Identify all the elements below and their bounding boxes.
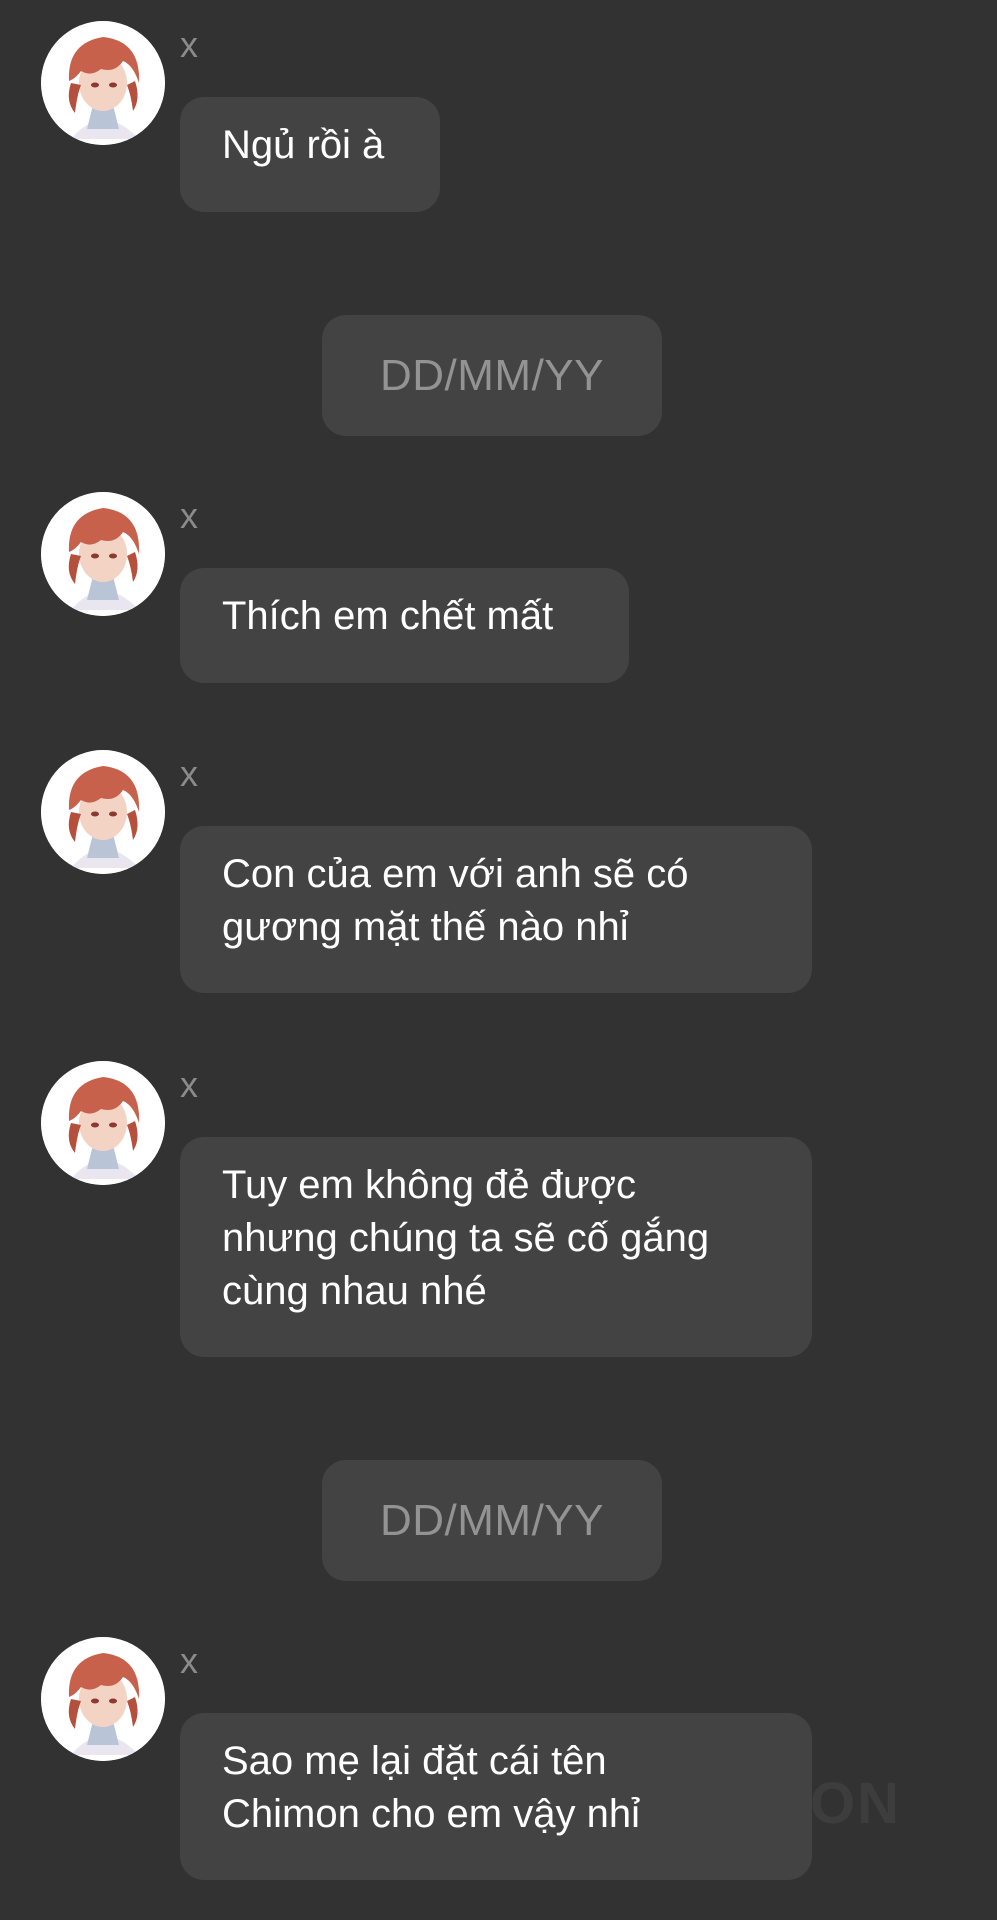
- date-separator: DD/MM/YY: [322, 1460, 662, 1581]
- sender-name: x: [180, 1064, 198, 1105]
- message-text: nhưng chúng ta sẽ cố gắng: [222, 1216, 710, 1260]
- avatar[interactable]: [41, 1061, 165, 1185]
- message-text: cùng nhau nhé: [222, 1269, 487, 1313]
- date-separator: DD/MM/YY: [322, 315, 662, 436]
- message-bubble[interactable]: Ngủ rồi à: [180, 97, 440, 212]
- message-text: Tuy em không đẻ được: [222, 1163, 636, 1207]
- message-bubble[interactable]: Con của em với anh sẽ có gương mặt thế n…: [180, 826, 812, 993]
- message-bubble[interactable]: Sao mẹ lại đặt cái tên Chimon cho em vậy…: [180, 1713, 812, 1880]
- message-bubble[interactable]: Thích em chết mất: [180, 568, 629, 683]
- avatar[interactable]: [41, 21, 165, 145]
- watermark: ON: [810, 1771, 901, 1836]
- avatar[interactable]: [41, 492, 165, 616]
- message-text: Con của em với anh sẽ có: [222, 852, 689, 896]
- sender-name: x: [180, 24, 198, 65]
- message-text: Sao mẹ lại đặt cái tên: [222, 1739, 607, 1783]
- message-text: Ngủ rồi à: [222, 123, 385, 167]
- chat-thread: x Ngủ rồi à DD/MM/YY x Thích em chết mất: [0, 0, 997, 1920]
- avatar-image: [41, 1061, 165, 1185]
- avatar-image: [41, 492, 165, 616]
- sender-name: x: [180, 495, 198, 536]
- message-text: Thích em chết mất: [222, 594, 554, 638]
- avatar-image: [41, 750, 165, 874]
- avatar[interactable]: [41, 750, 165, 874]
- message-text: gương mặt thế nào nhỉ: [222, 905, 629, 949]
- message-text: Chimon cho em vậy nhỉ: [222, 1792, 640, 1836]
- avatar-image: [41, 21, 165, 145]
- avatar[interactable]: [41, 1637, 165, 1761]
- sender-name: x: [180, 753, 198, 794]
- avatar-image: [41, 1637, 165, 1761]
- sender-name: x: [180, 1640, 198, 1681]
- message-bubble[interactable]: Tuy em không đẻ được nhưng chúng ta sẽ c…: [180, 1137, 812, 1357]
